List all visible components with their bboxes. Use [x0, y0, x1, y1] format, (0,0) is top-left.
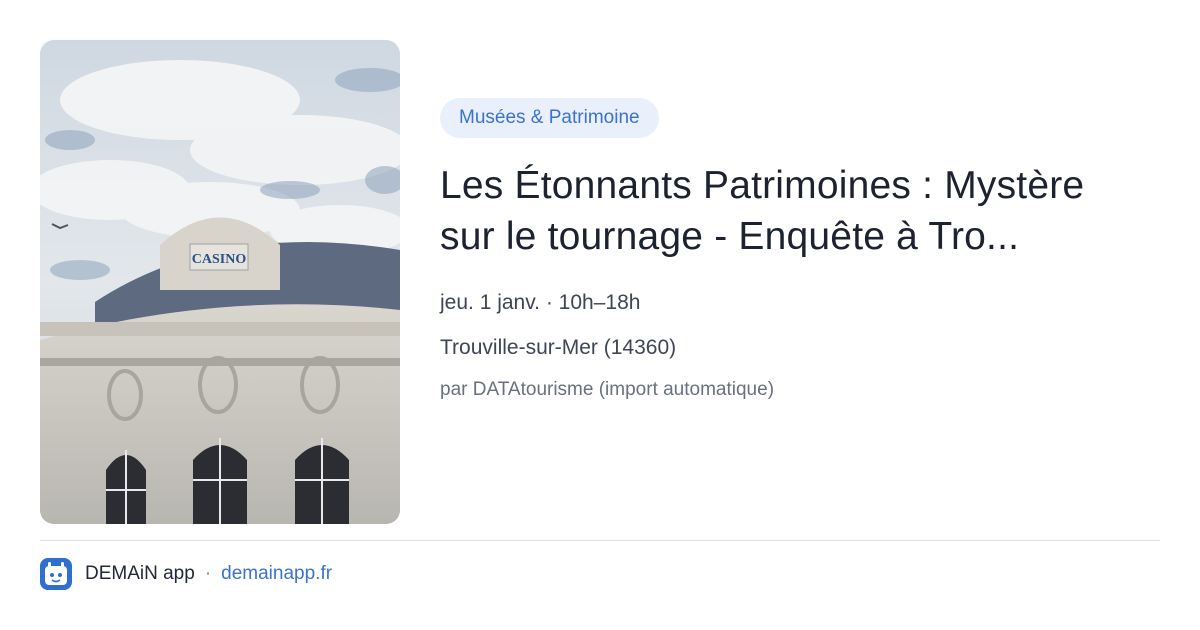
event-info: Musées & Patrimoine Les Étonnants Patrim… — [440, 98, 1150, 402]
svg-text:CASINO: CASINO — [192, 252, 247, 267]
event-location: Trouville-sur-Mer (14360) — [440, 336, 677, 359]
casino-building-image: CASINO — [40, 40, 400, 524]
footer: DEMAiN app · demainapp.fr — [40, 558, 332, 590]
event-card[interactable]: CASINO Musées & Patrimoine Les Étonnants… — [40, 40, 1160, 524]
event-title[interactable]: Les Étonnants Patrimoines : Mystère sur … — [440, 160, 1150, 262]
event-source: par DATAtourisme (import automatique) — [440, 379, 775, 400]
app-name: DEMAiN app — [85, 563, 195, 584]
event-photo: CASINO — [40, 40, 400, 524]
category-badge[interactable]: Musées & Patrimoine — [440, 98, 659, 138]
event-datetime: jeu. 1 janv. · 10h–18h — [440, 291, 641, 314]
footer-divider — [40, 540, 1160, 541]
footer-separator: · — [204, 563, 212, 584]
app-domain-link[interactable]: demainapp.fr — [221, 563, 332, 585]
demain-app-logo-icon — [40, 558, 72, 590]
